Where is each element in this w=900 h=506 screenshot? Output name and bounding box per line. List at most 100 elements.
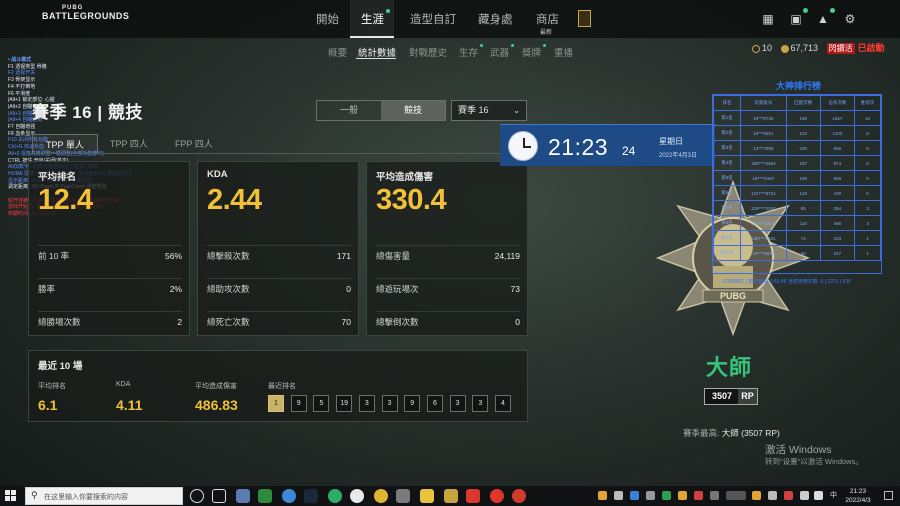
clock-weekday: 星期日 bbox=[659, 137, 683, 146]
leaderboard-header-cell: 胜场次 bbox=[853, 95, 882, 111]
subtab-stats[interactable]: 統計數據 bbox=[358, 45, 396, 59]
task-view-icon[interactable] bbox=[212, 489, 226, 503]
notification-bell-icon[interactable]: ▲ bbox=[815, 8, 835, 27]
tray-icon[interactable] bbox=[752, 491, 761, 500]
season-dropdown[interactable]: 賽季 16 ⌄ bbox=[451, 100, 527, 121]
store-new-label: 最新 bbox=[540, 30, 553, 36]
notification-center-icon[interactable] bbox=[884, 491, 893, 500]
stat-label: 總死亡次數 bbox=[207, 317, 250, 327]
pubg-logo[interactable]: PUBG BATTLEGROUNDS bbox=[42, 5, 130, 21]
leaderboard-cell: 189****2664 bbox=[739, 155, 787, 171]
tray-icon[interactable] bbox=[726, 491, 746, 500]
recent-ranks-label: 最近排名 bbox=[268, 383, 296, 390]
input-language[interactable]: 中 bbox=[830, 490, 837, 500]
tab-start[interactable]: 開始 bbox=[316, 11, 339, 27]
app-icon[interactable] bbox=[396, 489, 410, 503]
wechat-icon[interactable] bbox=[328, 489, 342, 503]
app-icon[interactable] bbox=[258, 489, 272, 503]
app-icon[interactable] bbox=[236, 489, 250, 503]
mission-new-dot bbox=[803, 8, 808, 13]
subtab-overview[interactable]: 概要 bbox=[328, 45, 347, 59]
logo-big-text: BATTLEGROUNDS bbox=[42, 11, 130, 21]
recent-rank-box: 3 bbox=[381, 395, 398, 412]
leaderboard-cell: 第7名 bbox=[713, 200, 741, 216]
subtab-medals[interactable]: 獎牌 bbox=[522, 44, 547, 59]
desktop-clock-widget[interactable]: 21:23 24 星期日 2022年4月3日 bbox=[500, 124, 715, 166]
recent-rank-box: 19 bbox=[336, 395, 353, 412]
app-icon[interactable] bbox=[512, 489, 526, 503]
mode-normal-button[interactable]: 一般 bbox=[317, 101, 381, 120]
leaderboard-cell: 196 bbox=[785, 170, 821, 186]
stat-card-avg-damage: 平均造成傷害 330.4 總傷害量 24,119 總遊玩場次 73 總擊倒次數 0 bbox=[366, 161, 528, 336]
app-icon[interactable] bbox=[490, 489, 504, 503]
tray-icon[interactable] bbox=[646, 491, 655, 500]
network-icon[interactable] bbox=[800, 491, 809, 500]
card-value: 12.4 bbox=[38, 184, 93, 216]
app-icon[interactable] bbox=[444, 489, 458, 503]
leaderboard-cell: 6 bbox=[853, 140, 882, 156]
leaderboard-header-cell: 玩家账号 bbox=[739, 95, 787, 111]
chevron-down-icon: ⌄ bbox=[513, 106, 520, 115]
gear-icon[interactable]: ⚙ bbox=[842, 11, 858, 27]
card-value: 2.44 bbox=[207, 184, 262, 216]
volume-icon[interactable] bbox=[814, 491, 823, 500]
notification-new-dot bbox=[830, 8, 835, 13]
tray-icon[interactable] bbox=[598, 491, 607, 500]
leaderboard-cell: 656 bbox=[819, 140, 855, 156]
tray-icon[interactable] bbox=[710, 491, 719, 500]
windows-taskbar: ⚲ 在这里输入你要搜索的内容 中 21:23 2022/4/3 bbox=[0, 486, 900, 506]
tray-icon[interactable] bbox=[694, 491, 703, 500]
tab-career[interactable]: 生涯 bbox=[361, 9, 390, 27]
leaderboard-cell: 430 bbox=[785, 140, 821, 156]
event-badge[interactable]: 閃鑽活 bbox=[826, 43, 855, 54]
tab-tpp-squad[interactable]: TPP 四人 bbox=[97, 134, 161, 154]
tab-hideout[interactable]: 藏身處 bbox=[478, 11, 513, 27]
tray-icon[interactable] bbox=[614, 491, 623, 500]
tray-icon[interactable] bbox=[662, 491, 671, 500]
subtab-survival[interactable]: 生存 bbox=[459, 44, 484, 59]
leaderboard-cell: 1 bbox=[853, 245, 882, 261]
leaderboard-row: 第8名 15****5217 110 466 3 bbox=[713, 215, 882, 231]
mode-ranked-button[interactable]: 競技 bbox=[381, 101, 445, 120]
mission-icon[interactable]: ▣ bbox=[788, 8, 808, 27]
subtab-match-history[interactable]: 對戰歷史 bbox=[409, 45, 447, 59]
stat-row: 總擊倒次數 0 bbox=[376, 311, 520, 331]
stat-label: 總遊玩場次 bbox=[376, 284, 419, 294]
subtab-weapons[interactable]: 武器 bbox=[490, 44, 515, 59]
gcoin-amount: 67,713 bbox=[790, 43, 819, 53]
app-icon[interactable] bbox=[350, 489, 364, 503]
tab-customize[interactable]: 造型自訂 bbox=[410, 11, 456, 27]
browser-icon[interactable] bbox=[282, 489, 296, 503]
subtab-replays[interactable]: 重播 bbox=[554, 45, 573, 59]
tab-tpp-solo[interactable]: TPP 單人 bbox=[32, 134, 98, 154]
leaderboard-cell: 15****5217 bbox=[739, 215, 787, 231]
recent-kda-label: KDA bbox=[116, 381, 131, 388]
windows-start-icon[interactable] bbox=[5, 490, 17, 502]
pubg-app-icon[interactable] bbox=[420, 489, 434, 503]
tray-icon[interactable] bbox=[768, 491, 777, 500]
gift-icon[interactable]: ▦ bbox=[760, 11, 776, 27]
cortana-icon[interactable] bbox=[190, 489, 204, 503]
leaderboard-cell: 5 bbox=[853, 170, 882, 186]
leaderboard-row: 第9名 138****0331 74 233 1 bbox=[713, 230, 882, 246]
steam-icon[interactable] bbox=[304, 489, 318, 503]
stat-card-avg-rank: 平均排名 12.4 前 10 率 56% 勝率 2% 總勝場次數 2 bbox=[28, 161, 190, 336]
taskbar-clock[interactable]: 21:23 2022/4/3 bbox=[838, 487, 878, 505]
leaderboard-cell: 第5名 bbox=[713, 170, 741, 186]
tray-icon[interactable] bbox=[678, 491, 687, 500]
subtab-underline bbox=[356, 58, 396, 59]
recent-damage-label: 平均造成傷害 bbox=[195, 383, 237, 390]
survivor-pass-icon[interactable] bbox=[578, 10, 591, 27]
tab-fpp-squad[interactable]: FPP 四人 bbox=[162, 134, 226, 154]
stat-label: 前 10 率 bbox=[38, 251, 70, 261]
stat-row: 總助攻次數 0 bbox=[207, 278, 351, 298]
tab-store[interactable]: 商店 bbox=[536, 11, 559, 27]
taskbar-search-input[interactable]: ⚲ 在这里输入你要搜索的内容 bbox=[25, 487, 183, 505]
app-icon[interactable] bbox=[466, 489, 480, 503]
tray-icon[interactable] bbox=[630, 491, 639, 500]
new-dot bbox=[511, 44, 515, 47]
app-icon[interactable] bbox=[374, 489, 388, 503]
tray-icon[interactable] bbox=[784, 491, 793, 500]
recent-rank-box: 9 bbox=[404, 395, 421, 412]
stat-value: 70 bbox=[341, 317, 351, 327]
